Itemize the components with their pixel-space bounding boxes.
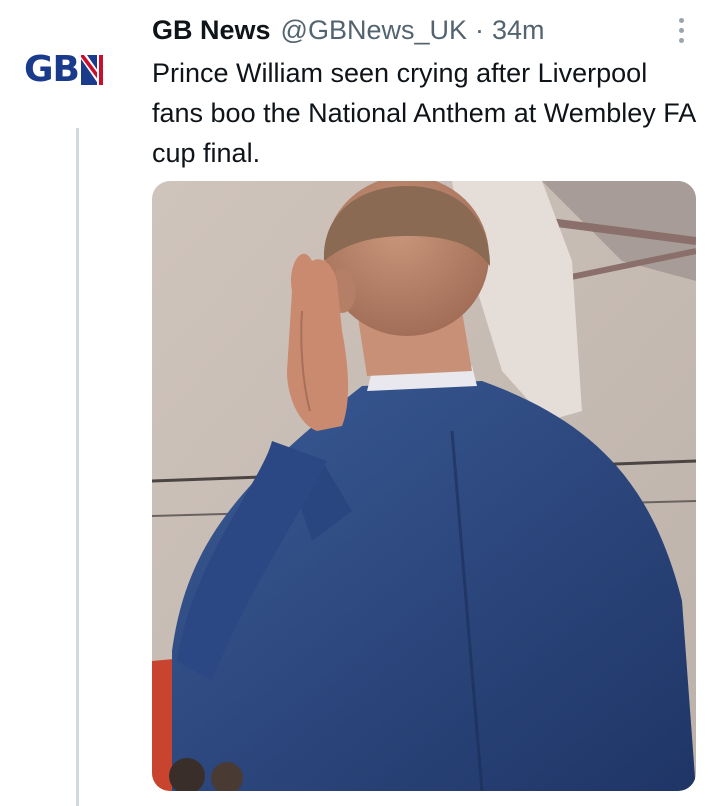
header-separator: · bbox=[475, 14, 485, 45]
union-jack-icon bbox=[81, 55, 105, 85]
more-vertical-icon-dot bbox=[678, 37, 684, 43]
photo-illustration bbox=[152, 181, 696, 791]
more-options-button[interactable] bbox=[664, 10, 698, 50]
tweet-photo[interactable] bbox=[152, 181, 696, 791]
tweet-timestamp[interactable]: 34m bbox=[492, 15, 545, 46]
more-vertical-icon bbox=[678, 17, 684, 23]
tweet-header: GB News @GBNews_UK · 34m bbox=[152, 10, 663, 50]
thread-line bbox=[76, 128, 79, 806]
avatar[interactable]: GB bbox=[24, 42, 128, 98]
avatar-logo-text: GB bbox=[24, 49, 80, 90]
author-handle[interactable]: @GBNews_UK bbox=[281, 15, 467, 46]
author-name[interactable]: GB News bbox=[152, 15, 271, 46]
more-vertical-icon-dot bbox=[678, 27, 684, 33]
tweet-text: Prince William seen crying after Liverpo… bbox=[152, 58, 695, 168]
